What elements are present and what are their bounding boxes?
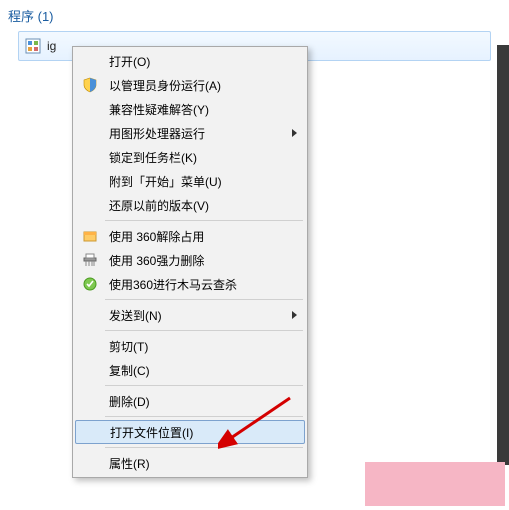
menu-pin-taskbar[interactable]: 锁定到任务栏(K) — [75, 145, 305, 169]
menu-360-cloudscan[interactable]: 使用360进行木马云查杀 — [75, 272, 305, 296]
section-header-label: 程序 (1) — [8, 9, 54, 24]
menu-label: 使用360进行木马云查杀 — [101, 276, 297, 293]
watermark-box — [365, 462, 505, 506]
blank-icon — [79, 359, 101, 381]
menu-label: 以管理员身份运行(A) — [101, 77, 297, 94]
submenu-arrow-icon — [292, 311, 297, 319]
menu-label: 兼容性疑难解答(Y) — [101, 101, 297, 118]
menu-delete[interactable]: 删除(D) — [75, 389, 305, 413]
menu-run-as-admin[interactable]: 以管理员身份运行(A) — [75, 73, 305, 97]
menu-label: 还原以前的版本(V) — [101, 197, 297, 214]
menu-cut[interactable]: 剪切(T) — [75, 334, 305, 358]
menu-open[interactable]: 打开(O) — [75, 49, 305, 73]
menu-pin-start[interactable]: 附到「开始」菜单(U) — [75, 169, 305, 193]
blank-icon — [79, 390, 101, 412]
menu-label: 使用 360解除占用 — [101, 228, 297, 245]
blank-icon — [79, 335, 101, 357]
menu-copy[interactable]: 复制(C) — [75, 358, 305, 382]
menu-label: 锁定到任务栏(K) — [101, 149, 297, 166]
separator — [105, 385, 303, 386]
blank-icon — [79, 146, 101, 168]
menu-troubleshoot-compat[interactable]: 兼容性疑难解答(Y) — [75, 97, 305, 121]
blank-icon — [79, 170, 101, 192]
blank-icon — [79, 452, 101, 474]
menu-send-to[interactable]: 发送到(N) — [75, 303, 305, 327]
menu-label: 删除(D) — [101, 393, 297, 410]
menu-label: 附到「开始」菜单(U) — [101, 173, 297, 190]
menu-label: 复制(C) — [101, 362, 297, 379]
shield-icon — [79, 74, 101, 96]
menu-properties[interactable]: 属性(R) — [75, 451, 305, 475]
separator — [105, 416, 303, 417]
section-header: 程序 (1) — [0, 0, 509, 29]
menu-restore-previous[interactable]: 还原以前的版本(V) — [75, 193, 305, 217]
context-menu: 打开(O) 以管理员身份运行(A) 兼容性疑难解答(Y) 用图形处理器运行 锁定… — [72, 46, 308, 478]
menu-label: 属性(R) — [101, 455, 297, 472]
menu-label: 剪切(T) — [101, 338, 297, 355]
separator — [105, 299, 303, 300]
menu-360-forcedelete[interactable]: 使用 360强力删除 — [75, 248, 305, 272]
blank-icon — [79, 304, 101, 326]
separator — [105, 330, 303, 331]
menu-label: 用图形处理器运行 — [101, 125, 288, 142]
blank-icon — [80, 421, 102, 443]
shredder-icon — [79, 249, 101, 271]
menu-run-with-gpu[interactable]: 用图形处理器运行 — [75, 121, 305, 145]
menu-360-unlock[interactable]: 使用 360解除占用 — [75, 224, 305, 248]
menu-label: 使用 360强力删除 — [101, 252, 297, 269]
cloud-scan-icon — [79, 273, 101, 295]
menu-open-file-location[interactable]: 打开文件位置(I) — [75, 420, 305, 444]
blank-icon — [79, 194, 101, 216]
submenu-arrow-icon — [292, 129, 297, 137]
blank-icon — [79, 50, 101, 72]
separator — [105, 220, 303, 221]
blank-icon — [79, 98, 101, 120]
box-icon — [79, 225, 101, 247]
menu-label: 打开文件位置(I) — [102, 424, 296, 441]
result-filename: ig — [47, 39, 56, 53]
menu-label: 打开(O) — [101, 53, 297, 70]
right-edge-strip — [497, 45, 509, 465]
separator — [105, 447, 303, 448]
blank-icon — [79, 122, 101, 144]
app-icon — [25, 38, 41, 54]
menu-label: 发送到(N) — [101, 307, 288, 324]
